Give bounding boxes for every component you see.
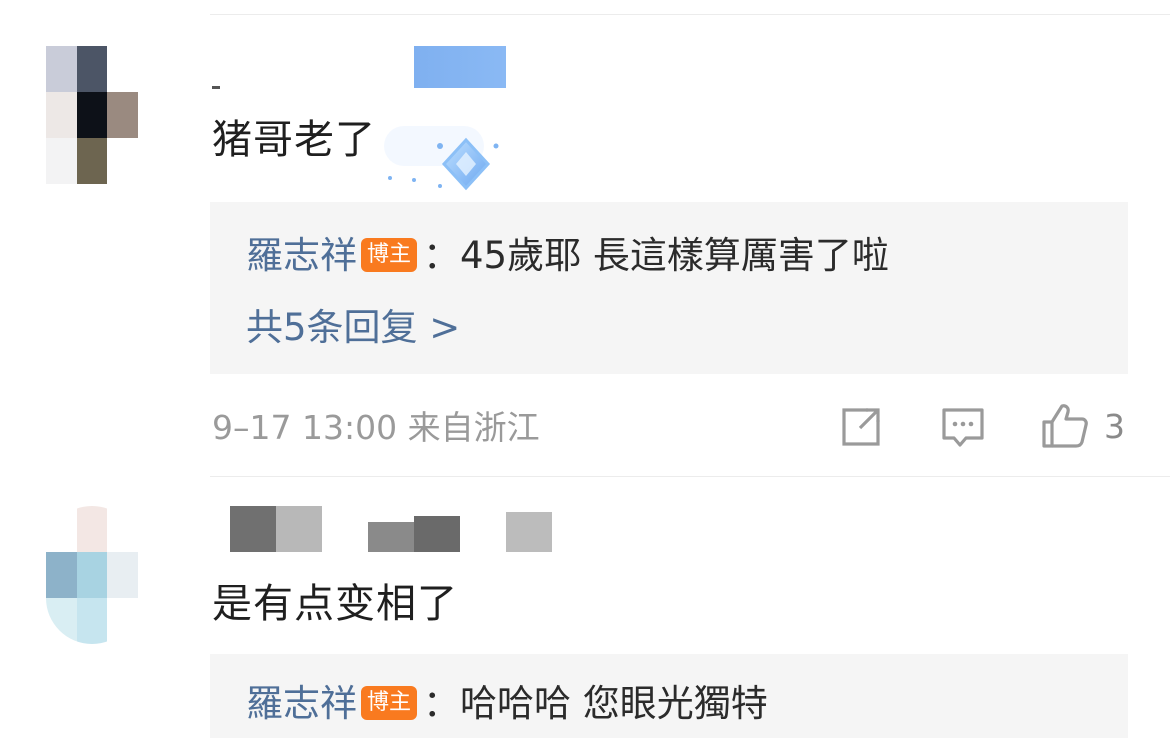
reply-text: 45歲耶 長這樣算厲害了啦: [460, 234, 889, 277]
reply-text: 哈哈哈 您眼光獨特: [460, 682, 768, 725]
avatar[interactable]: [46, 46, 138, 184]
reply-separator: ：: [423, 234, 461, 277]
author-badge: 博主: [361, 685, 418, 720]
comment-meta: 9–17 13:00 来自浙江: [212, 408, 540, 447]
comment-text: 猪哥老了: [212, 117, 376, 163]
like-count: 3: [1104, 406, 1125, 446]
reply-box[interactable]: 羅志祥 博主 ：哈哈哈 您眼光獨特: [210, 654, 1128, 738]
view-replies-link[interactable]: 共5条回复 >: [246, 304, 460, 352]
reply-box[interactable]: 羅志祥 博主 ：45歲耶 長這樣算厲害了啦 共5条回复 >: [210, 202, 1128, 374]
top-divider: [210, 14, 1170, 15]
comment-divider: [210, 476, 1170, 477]
diamond-sticker-icon: [384, 126, 499, 191]
share-icon: [842, 408, 880, 446]
username-redacted[interactable]: [230, 506, 552, 552]
share-button[interactable]: [838, 404, 884, 450]
thumbs-up-icon: [1042, 404, 1088, 448]
username-redacted[interactable]: [212, 46, 506, 89]
comment-button[interactable]: [940, 404, 986, 450]
reply-line: 羅志祥 博主 ：哈哈哈 您眼光獨特: [246, 680, 768, 728]
like-button[interactable]: 3: [1040, 402, 1125, 450]
comment-text: 是有点变相了: [212, 581, 458, 627]
reply-separator: ：: [423, 682, 461, 725]
reply-author[interactable]: 羅志祥: [246, 234, 357, 277]
reply-author[interactable]: 羅志祥: [246, 682, 357, 725]
avatar[interactable]: [46, 506, 138, 644]
reply-line: 羅志祥 博主 ：45歲耶 長這樣算厲害了啦: [246, 232, 889, 280]
author-badge: 博主: [361, 237, 418, 272]
comment-icon: [942, 408, 984, 447]
